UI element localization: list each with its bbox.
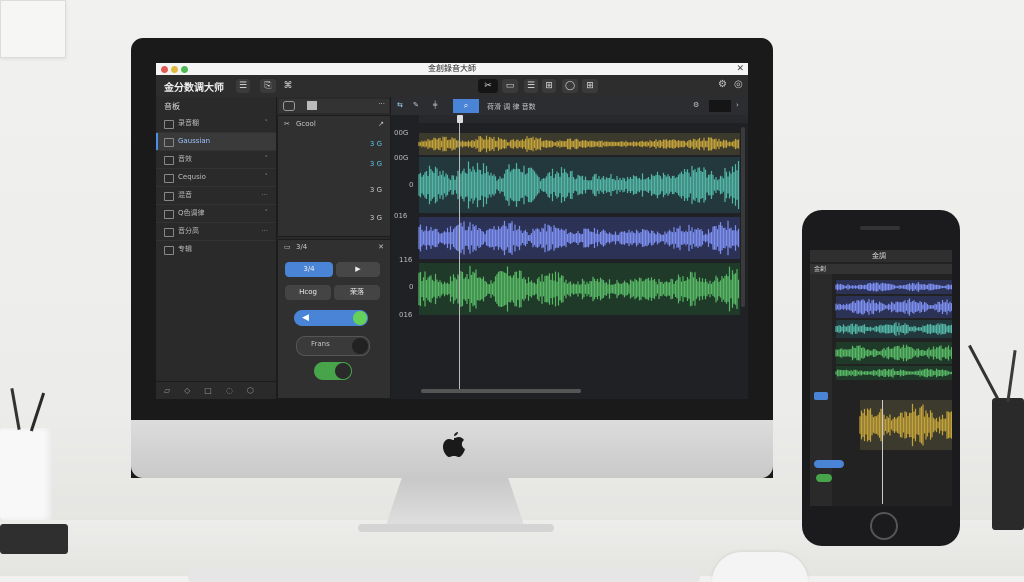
pen-holder-dark [992, 398, 1024, 530]
toolbar-button-3[interactable]: ✂ [478, 79, 498, 93]
tune-icon [164, 210, 174, 219]
scissors-icon[interactable]: ✂ [284, 120, 290, 128]
toolbar-button-1[interactable]: ⎘ [260, 79, 276, 93]
panel-icon: ▭ [284, 243, 291, 251]
inspector-tabs: ··· [279, 99, 389, 113]
toggle-knob [353, 311, 367, 325]
inspector-controls-panel: ▭ 3/4 ✕ 3/4 ▶ Hcog 荣落 ◀ Frans [277, 239, 391, 399]
track-label-1: 00G [394, 154, 409, 162]
settings-icon[interactable]: ⚙ [718, 79, 727, 90]
toggle-knob-off [352, 338, 368, 354]
sidebar-footer-icons[interactable]: ▱◇□◌⬡ [156, 381, 276, 399]
close-x-icon[interactable]: ✕ [736, 63, 744, 75]
sidebar-item-0[interactable]: 录音棚 ˅ [156, 115, 276, 133]
track-icon [164, 138, 174, 147]
pencil-2 [29, 392, 46, 432]
slider-toggle[interactable]: ◀ [294, 310, 368, 326]
back-icon: ◀ [302, 313, 309, 323]
pencil-1 [10, 388, 21, 430]
phone-speaker [860, 226, 900, 230]
toggle-knob-on [335, 363, 351, 379]
controls-panel-title: 3/4 [296, 243, 308, 251]
power-toggle[interactable] [314, 362, 352, 380]
inspector-track-panel: ✂ Gcool ↗ 3 G 3 G 3 G 3 G [277, 115, 391, 237]
inspector-row-1: 3 G [369, 160, 382, 168]
notebook [0, 524, 68, 554]
sidebar-item-5[interactable]: Q色调律 ˅ [156, 205, 276, 223]
btn-a[interactable]: Hcog [285, 285, 331, 300]
app-toolbar: 金分数调大师 ☰ ⎘ ⌘ ✂ ▭ ☰ ⊞ ◯ ⊞ ⚙ ◎ [156, 75, 748, 98]
window-title: 金創錄音大師 [428, 64, 476, 73]
pen-cup [0, 428, 52, 520]
imac-stand-base [358, 524, 554, 532]
toolbar-button-6[interactable]: ⊞ [542, 79, 556, 93]
horizontal-scrollbar[interactable] [421, 389, 581, 393]
gear-icon [164, 228, 174, 237]
track-label-6: 016 [399, 311, 413, 319]
more-icon[interactable]: ··· [378, 100, 385, 108]
track-label-4: 116 [399, 256, 413, 264]
folder-icon [164, 120, 174, 129]
effects-icon [164, 156, 174, 165]
playhead[interactable] [459, 115, 460, 391]
sidebar-item-7[interactable]: 专辑 [156, 241, 276, 258]
arrow-icon[interactable]: ↗ [378, 120, 384, 128]
toolbar-button-4[interactable]: ▭ [502, 79, 518, 93]
toggle-label: Frans [311, 340, 330, 348]
mouse [712, 552, 808, 582]
close-panel-icon[interactable]: ✕ [378, 243, 384, 251]
menu-icon[interactable]: ☰ [236, 79, 250, 93]
keyboard [188, 568, 700, 582]
sidebar-item-1[interactable]: Gaussian [156, 133, 276, 151]
vertical-scrollbar[interactable] [741, 127, 745, 307]
phone-playhead [882, 400, 883, 504]
sidebar-item-3[interactable]: Cequsio ˅ [156, 169, 276, 187]
track-label-5: 0 [409, 283, 414, 291]
inspector-row-0: 3 G [369, 140, 382, 148]
toolbar-button-2[interactable]: ⌘ [282, 79, 294, 93]
sidebar: 音板 录音棚 ˅ Gaussian 音效 ˅ Cequsio ˅ 混音 ··· Q色调律… [156, 97, 277, 399]
track-label-2: 0 [409, 181, 414, 189]
pen-3 [968, 344, 999, 400]
screen: 金創錄音大師 ✕ 金分数调大师 ☰ ⎘ ⌘ ✂ ▭ ☰ ⊞ ◯ ⊞ ⚙ ◎ 音板… [156, 63, 748, 399]
sidebar-item-2[interactable]: 音效 ˅ [156, 151, 276, 169]
toolbar-button-8[interactable]: ⊞ [582, 79, 598, 93]
frans-toggle[interactable]: Frans [296, 336, 370, 356]
folder-tab-icon[interactable] [307, 101, 317, 110]
phone-home-button[interactable] [870, 512, 898, 540]
phone-waveform-svg [835, 280, 952, 450]
play-button[interactable]: 3/4 [285, 262, 333, 277]
toolbar-button-7[interactable]: ◯ [562, 79, 578, 93]
album-icon [164, 246, 174, 255]
btn-b[interactable]: 荣落 [334, 285, 380, 300]
pen-4 [1006, 350, 1017, 402]
chart-icon [164, 174, 174, 183]
imac-stand [385, 478, 525, 528]
inspector-panel: ··· ✂ Gcool ↗ 3 G 3 G 3 G 3 G ▭ 3/4 ✕ 3/… [277, 97, 391, 399]
waveform-svg [418, 133, 740, 315]
toolbar-button-5[interactable]: ☰ [524, 79, 538, 93]
playhead-handle[interactable] [457, 115, 463, 123]
track-label-0: 00G [394, 129, 409, 137]
inspector-tag: Gcool [296, 120, 316, 128]
inspector-row-2: 3 G [369, 186, 382, 194]
waveform-area: ⇆ ✎ ╪ ⌕ 荷滑 调 律 音数 ⚙ › 00G 00G 0 016 116 … [391, 97, 748, 399]
phone-screen: 金調 金創 [810, 250, 952, 506]
mixer-icon [164, 192, 174, 201]
apple-logo-icon [443, 432, 465, 458]
wall-frame [0, 0, 66, 58]
sidebar-item-4[interactable]: 混音 ··· [156, 187, 276, 205]
link-icon[interactable] [283, 101, 295, 111]
sidebar-header: 音板 [164, 102, 180, 111]
track-label-3: 016 [394, 212, 408, 220]
sidebar-item-6[interactable]: 音分高 ··· [156, 223, 276, 241]
inspector-row-3: 3 G [369, 214, 382, 222]
app-title: 金分数调大师 [164, 83, 224, 94]
play-icon[interactable]: ▶ [336, 262, 380, 277]
help-icon[interactable]: ◎ [734, 79, 743, 90]
